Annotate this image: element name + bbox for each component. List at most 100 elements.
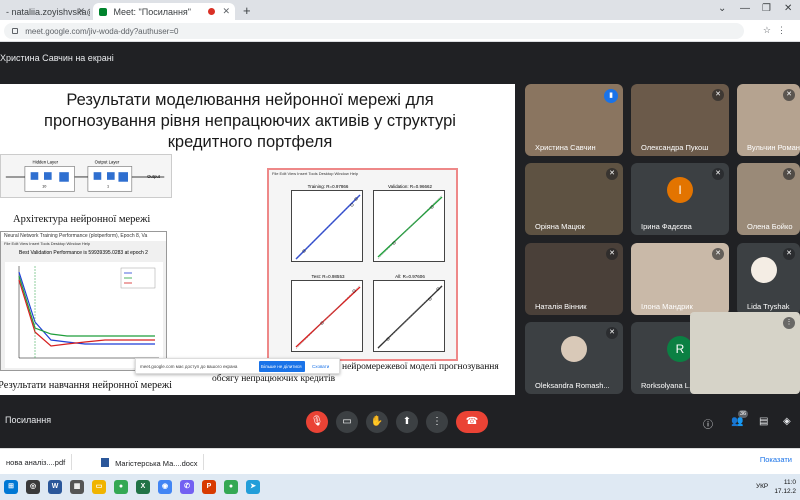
search-icon[interactable]: ◎ — [26, 480, 40, 494]
participant-name: Наталія Вінник — [535, 302, 587, 311]
svg-text:1: 1 — [107, 184, 109, 188]
tab-title: Meet: "Посилання" — [113, 7, 191, 17]
participant-name: Lida Tryshak — [747, 302, 790, 311]
close-icon[interactable]: ✕ — [77, 6, 85, 17]
clock[interactable]: 11:0 17.12.2 — [774, 478, 796, 496]
camera-toggle-button[interactable]: ▭ — [336, 411, 358, 433]
present-button[interactable]: ⬆ — [396, 411, 418, 433]
avatar: І — [667, 177, 693, 203]
regression-title-all: All: R=0.97606 — [395, 274, 425, 279]
viber-icon[interactable]: ✆ — [180, 480, 194, 494]
language-indicator[interactable]: УКР — [756, 483, 768, 490]
participant-name: Олена Бойко — [747, 222, 793, 231]
activities-icon[interactable]: ◈ — [783, 416, 791, 427]
regression-plot-test: Test: R=0.98553 — [291, 274, 363, 352]
participant-tile[interactable]: ✕ Oleksandra Romash... — [525, 322, 623, 394]
browser-tab-mail[interactable]: - nataliia.zoyishvska@eur ✕ — [0, 3, 90, 20]
downloads-bar: нова аналіз....pdf Магістерська Ма....do… — [0, 448, 800, 474]
hide-notice-button[interactable]: Сховати — [310, 361, 337, 372]
mic-off-icon: ✕ — [606, 168, 618, 180]
url-field[interactable]: meet.google.com/jiv-woda-ddy?authuser=0 — [4, 23, 744, 39]
mic-off-icon: ✕ — [712, 248, 724, 260]
browser-tab-bar: - nataliia.zoyishvska@eur ✕ Meet: "Посил… — [0, 0, 800, 20]
minimize-icon[interactable]: — — [740, 3, 750, 14]
excel-icon[interactable]: X — [136, 480, 150, 494]
new-tab-button[interactable]: + — [243, 3, 251, 18]
download-item[interactable]: Магістерська Ма....docx — [95, 454, 205, 470]
browser-actions[interactable]: ☆⋮ — [763, 25, 792, 36]
svg-text:10: 10 — [42, 184, 46, 188]
mic-off-icon: ✕ — [606, 248, 618, 260]
participant-tile[interactable]: ✕ Наталія Вінник — [525, 243, 623, 315]
clock-date: 17.12.2 — [774, 488, 796, 495]
close-window-icon[interactable]: ✕ — [784, 3, 792, 14]
mic-off-icon: ✕ — [712, 89, 724, 101]
regression-line-validation — [377, 194, 443, 260]
participant-name: Oleksandra Romash... — [535, 381, 610, 390]
chrome-icon[interactable]: ● — [114, 480, 128, 494]
mic-off-icon: ✕ — [783, 89, 795, 101]
mic-toggle-button[interactable]: 🎙 — [306, 411, 328, 433]
browser-icon[interactable]: ◉ — [158, 480, 172, 494]
raise-hand-button[interactable]: ✋ — [366, 411, 388, 433]
train-window-title: Neural Network Training Performance (plo… — [1, 232, 166, 241]
svg-text:Output: Output — [147, 174, 161, 179]
shared-slide: Результати моделювання нейронної мережі … — [0, 84, 515, 395]
powerpoint-icon[interactable]: P — [202, 480, 216, 494]
more-options-button[interactable]: ⋮ — [426, 411, 448, 433]
word-file-icon — [101, 458, 109, 467]
end-call-button[interactable]: ☎ — [456, 411, 488, 433]
download-name: Магістерська Ма....docx — [115, 459, 198, 468]
participant-tile[interactable]: ✕ Олена Бойко — [737, 163, 800, 235]
participant-tile[interactable]: ▮ Христина Савчин — [525, 84, 623, 156]
self-view-tile[interactable]: ⋮ — [690, 312, 800, 394]
chat-icon[interactable]: ▤ — [759, 416, 768, 427]
regression-title-test: Test: R=0.98553 — [311, 274, 345, 279]
mic-off-icon: ✕ — [783, 168, 795, 180]
download-item[interactable]: нова аналіз....pdf — [0, 454, 73, 470]
svg-text:Output Layer: Output Layer — [95, 160, 120, 165]
info-icon[interactable]: ⓘ — [703, 416, 713, 431]
close-icon[interactable]: ✕ — [222, 6, 230, 17]
app-icon[interactable]: ▦ — [70, 480, 84, 494]
participant-tile[interactable]: ✕ Ілона Мандрик — [631, 243, 729, 315]
start-icon[interactable]: ⊞ — [4, 480, 18, 494]
browser-tab-meet[interactable]: Meet: "Посилання" ✕ — [93, 3, 235, 20]
train-window-menu: File Edit View Insert Tools Desktop Wind… — [4, 241, 91, 246]
nn-architecture-diagram: Hidden Layer Output Layer Output 10 1 — [0, 154, 172, 198]
chrome-active-icon[interactable]: ● — [224, 480, 238, 494]
meet-favicon-icon — [99, 8, 107, 16]
train-plot-heading: Best Validation Performance is 59939395.… — [19, 250, 148, 256]
word-icon[interactable]: W — [48, 480, 62, 494]
taskbar: ⊞ ◎ W ▦ ▭ ● X ◉ ✆ P ● ➤ УКР 11:0 17.12.2 — [0, 474, 800, 500]
stop-sharing-button[interactable]: Більше не ділитися — [259, 361, 305, 372]
download-name: нова аналіз....pdf — [6, 458, 66, 467]
screen-share-notice: meet.google.com має доступ до вашого екр… — [135, 358, 340, 374]
participant-tile[interactable]: ✕ Lida Tryshak — [737, 243, 800, 315]
meeting-controls: Посилання 🎙 ▭ ✋ ⬆ ⋮ ☎ ⓘ 36 👥 ▤ ◈ — [0, 406, 800, 436]
participant-tile[interactable]: ✕ Олександра Пукош — [631, 84, 729, 156]
nn-caption: Архітектура нейронної мережі — [13, 214, 151, 225]
training-caption: Результати навчання нейронної мережі — [0, 380, 173, 391]
participant-tile[interactable]: ✕ Оріяна Мацюк — [525, 163, 623, 235]
participant-name: Вульчин Роман — [747, 143, 800, 152]
reg-window-menu: File Edit View Insert Tools Desktop Wind… — [272, 171, 359, 176]
avatar — [751, 257, 777, 283]
regression-line-test — [295, 284, 361, 350]
participant-tile[interactable]: ✕ Вульчин Роман — [737, 84, 800, 156]
file-explorer-icon[interactable]: ▭ — [92, 480, 106, 494]
training-performance-window: Neural Network Training Performance (plo… — [0, 231, 167, 371]
telegram-icon[interactable]: ➤ — [246, 480, 260, 494]
more-options-icon[interactable]: ⋮ — [783, 317, 795, 329]
tab-search-icon[interactable]: ⌄ — [718, 3, 726, 14]
maximize-icon[interactable]: ❐ — [762, 3, 771, 14]
people-icon[interactable]: 👥 — [731, 416, 743, 427]
regression-plot-validation: Validation: R=0.96662 — [373, 184, 445, 262]
regression-title-validation: Validation: R=0.96662 — [387, 184, 433, 189]
mic-off-icon: ✕ — [606, 327, 618, 339]
show-all-downloads-link[interactable]: Показати — [760, 455, 792, 464]
meeting-name: Посилання — [5, 415, 52, 425]
participant-tile[interactable]: ✕ І Ірина Фадєєва — [631, 163, 729, 235]
clock-time: 11:0 — [783, 479, 796, 486]
regression-title-training: Training: R=0.97866 — [307, 184, 349, 189]
